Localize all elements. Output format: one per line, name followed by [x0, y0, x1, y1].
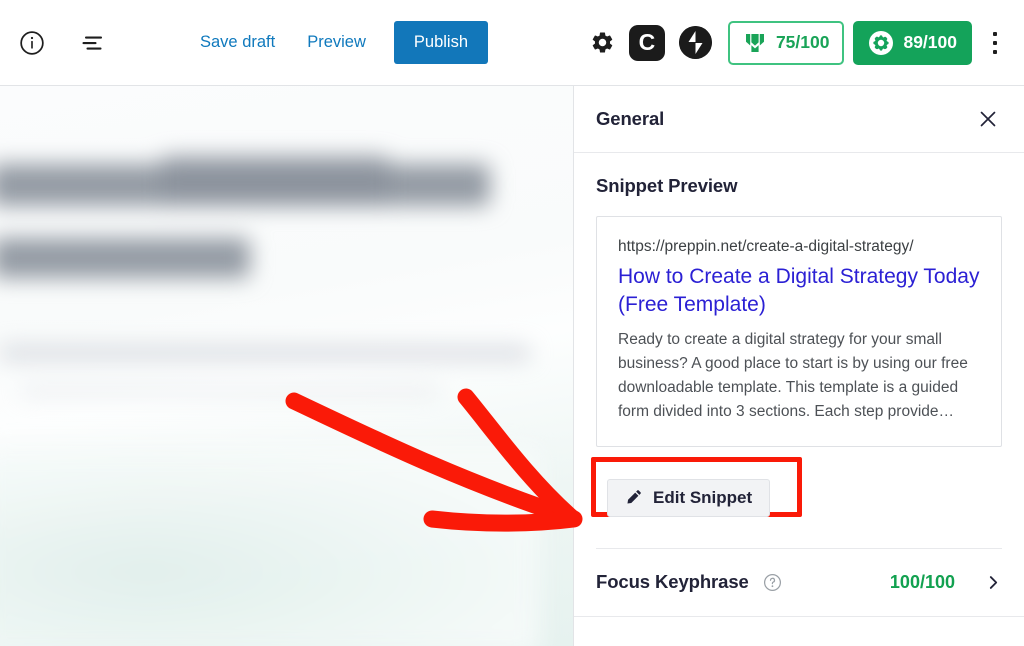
- toolbar-actions-group: Save draft Preview Publish: [184, 20, 489, 65]
- help-circle-icon[interactable]: [763, 573, 782, 592]
- publish-button[interactable]: Publish: [393, 20, 489, 65]
- document-outline-icon[interactable]: [76, 25, 112, 61]
- editor-screen: Save draft Preview Publish C 75/100 89/1…: [0, 0, 1024, 646]
- rankmath-gear-icon: [869, 30, 894, 55]
- marketmuse-icon: [745, 33, 764, 52]
- rankmath-score-value: 89/100: [903, 32, 957, 52]
- chevron-right-icon[interactable]: [985, 574, 1002, 591]
- save-draft-button[interactable]: Save draft: [184, 23, 291, 62]
- post-editor-canvas[interactable]: [0, 86, 573, 646]
- seo-score-value: 75/100: [775, 32, 830, 52]
- page-title: General: [596, 108, 665, 129]
- gear-icon[interactable]: [581, 21, 625, 65]
- snippet-preview-heading: Snippet Preview: [596, 175, 738, 196]
- focus-keyphrase-score: 100/100: [889, 571, 955, 592]
- toolbar-right-group: C 75/100 89/100: [581, 20, 1024, 65]
- clearscope-icon[interactable]: C: [628, 24, 665, 61]
- snippet-description: Ready to create a digital strategy for y…: [618, 330, 968, 420]
- rankmath-score-badge[interactable]: 89/100: [853, 20, 972, 65]
- edit-snippet-label: Edit Snippet: [653, 487, 753, 507]
- edit-snippet-button[interactable]: Edit Snippet: [607, 478, 771, 517]
- clearscope-icon-letter: C: [638, 29, 656, 55]
- preview-button[interactable]: Preview: [291, 23, 382, 62]
- toolbar-left-group: [0, 25, 112, 61]
- snippet-title[interactable]: How to Create a Digital Strategy Today (…: [618, 263, 980, 319]
- seo-score-badge[interactable]: 75/100: [727, 20, 845, 65]
- info-circle-icon[interactable]: [14, 25, 50, 61]
- sidebar-header: General: [574, 86, 1024, 153]
- snippet-url: https://preppin.net/create-a-digital-str…: [618, 238, 914, 255]
- focus-keyphrase-row[interactable]: Focus Keyphrase 100/100: [574, 549, 1024, 617]
- top-toolbar: Save draft Preview Publish C 75/100 89/1…: [0, 0, 1024, 86]
- jetpack-slash-icon[interactable]: [678, 26, 712, 59]
- blurred-post-content: [0, 86, 573, 646]
- snippet-preview-section: Snippet Preview https://preppin.net/crea…: [574, 153, 1024, 549]
- more-options-icon[interactable]: [978, 23, 1012, 63]
- close-icon[interactable]: [974, 105, 1002, 133]
- pencil-icon: [627, 490, 641, 504]
- focus-keyphrase-label: Focus Keyphrase: [596, 571, 749, 593]
- snippet-preview-box: https://preppin.net/create-a-digital-str…: [596, 216, 1002, 447]
- edit-snippet-zone: Edit Snippet: [591, 456, 807, 528]
- seo-sidebar-panel: General Snippet Preview https://preppin.…: [573, 86, 1024, 646]
